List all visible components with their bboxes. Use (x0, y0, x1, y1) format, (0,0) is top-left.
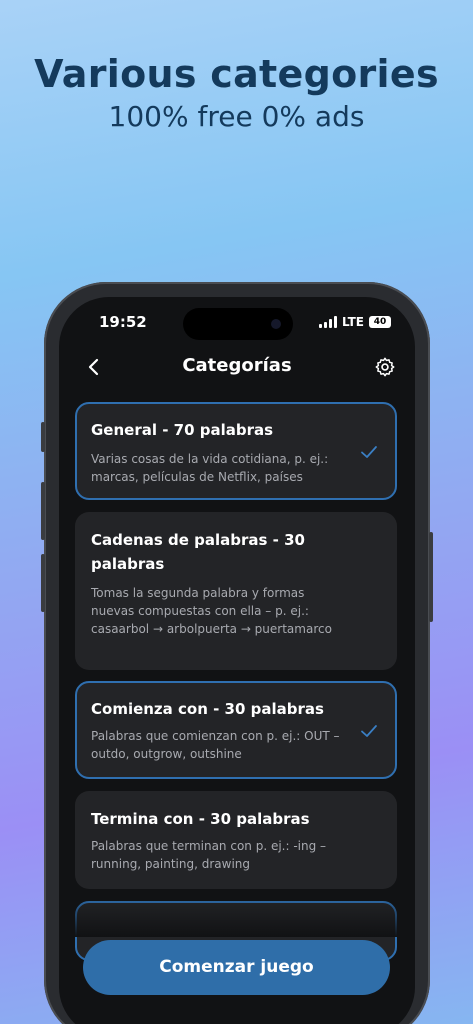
category-title: Termina con - 30 palabras (91, 810, 310, 828)
list-fade (59, 897, 415, 937)
signal-icon (318, 316, 337, 328)
camera-icon (271, 319, 281, 329)
category-card-general[interactable]: General - 70 palabras Varias cosas de la… (75, 402, 397, 500)
checkmark-icon (361, 446, 377, 458)
battery-icon: 40 (369, 316, 391, 328)
phone-power-button (429, 532, 433, 622)
category-description: Palabras que comienzan con p. ej.: OUT –… (91, 729, 340, 761)
status-time: 19:52 (99, 313, 147, 331)
promo-subtitle: 100% free 0% ads (108, 100, 365, 133)
checkmark-icon (361, 725, 377, 737)
category-description: Palabras que terminan con p. ej.: -ing –… (91, 839, 327, 871)
phone-side-button (41, 422, 45, 452)
promo-title: Various categories (34, 52, 439, 96)
phone-volume-down-button (41, 554, 45, 612)
network-label: LTE (341, 315, 364, 329)
dynamic-island (183, 308, 293, 340)
category-description: Tomas la segunda palabra y formas nuevas… (91, 586, 332, 636)
phone-frame: 19:52 LTE 40 Categorías General - 70 pal… (41, 282, 433, 1024)
category-title: Cadenas de palabras - 30 palabras (91, 531, 305, 573)
page-title: Categorías (182, 355, 292, 376)
category-card-starts-with[interactable]: Comienza con - 30 palabras Palabras que … (75, 681, 397, 779)
status-indicators: LTE 40 (318, 315, 391, 329)
category-card-word-chains[interactable]: Cadenas de palabras - 30 palabras Tomas … (75, 512, 397, 670)
category-title: General - 70 palabras (91, 421, 274, 439)
phone-screen: 19:52 LTE 40 Categorías General - 70 pal… (59, 297, 415, 1024)
category-description: Varias cosas de la vida cotidiana, p. ej… (91, 452, 329, 484)
start-game-button[interactable]: Comenzar juego (83, 940, 390, 995)
gear-icon[interactable] (371, 353, 399, 381)
chevron-left-icon[interactable] (81, 355, 105, 379)
phone-volume-up-button (41, 482, 45, 540)
category-card-ends-with[interactable]: Termina con - 30 palabras Palabras que t… (75, 791, 397, 889)
category-title: Comienza con - 30 palabras (91, 700, 324, 718)
